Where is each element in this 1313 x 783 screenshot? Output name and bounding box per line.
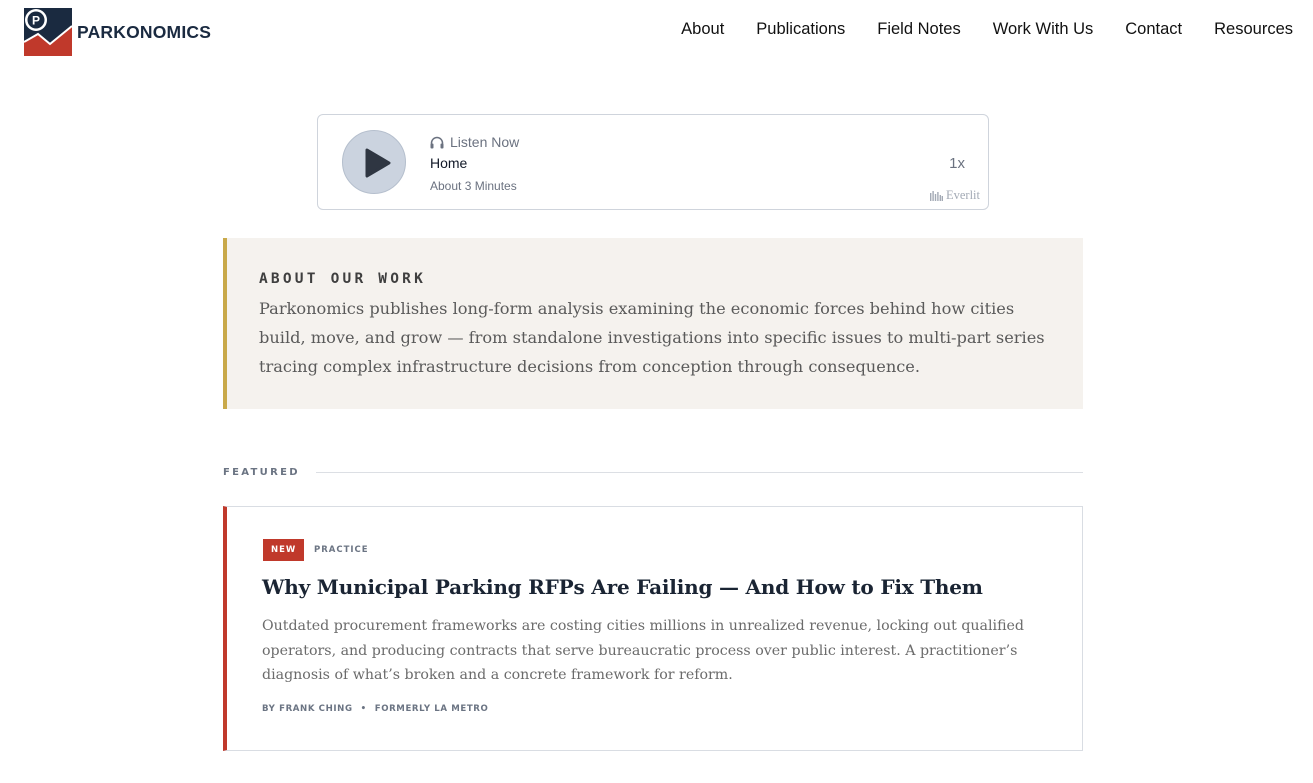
audio-player: Listen Now Home About 3 Minutes 1x Everl…: [317, 114, 989, 210]
svg-text:P: P: [32, 14, 40, 28]
featured-section-header: FEATURED: [223, 464, 1083, 480]
nav-item-resources[interactable]: Resources: [1214, 20, 1293, 39]
article-description: Outdated procurement frameworks are cost…: [262, 618, 1025, 683]
featured-article-card[interactable]: NEW PRACTICE Why Municipal Parking RFPs …: [223, 506, 1083, 751]
main-nav: About Publications Field Notes Work With…: [681, 20, 1293, 39]
listen-now-label: Listen Now: [430, 134, 519, 150]
featured-divider: [315, 471, 1083, 473]
new-badge: NEW: [263, 539, 305, 561]
play-icon: [365, 148, 391, 178]
article-title[interactable]: Why Municipal Parking RFPs Are Failing —…: [262, 575, 1062, 599]
article-author: BY FRANK CHING: [262, 704, 353, 714]
site-header: P PARKONOMICS About Publications Field N…: [0, 0, 1313, 64]
provider-brand[interactable]: Everlit: [929, 188, 980, 203]
author-affiliation: FORMERLY LA METRO: [374, 704, 489, 714]
article-category[interactable]: PRACTICE: [314, 545, 369, 555]
listen-now-text: Listen Now: [450, 134, 520, 150]
provider-name: Everlit: [945, 188, 980, 202]
about-heading: ABOUT OUR WORK: [259, 271, 427, 287]
about-our-work-panel: ABOUT OUR WORK Parkonomics publishes lon…: [223, 238, 1083, 409]
playback-speed-button[interactable]: 1x: [949, 155, 965, 172]
nav-item-contact[interactable]: Contact: [1125, 20, 1182, 39]
nav-item-publications[interactable]: Publications: [756, 20, 845, 39]
article-byline: BY FRANK CHING • FORMERLY LA METRO: [262, 704, 488, 714]
featured-label: FEATURED: [223, 466, 300, 478]
play-button[interactable]: [342, 130, 406, 194]
nav-item-work-with-us[interactable]: Work With Us: [993, 20, 1094, 39]
player-duration: About 3 Minutes: [430, 179, 517, 193]
about-body: Parkonomics publishes long-form analysis…: [259, 299, 1045, 376]
nav-item-field-notes[interactable]: Field Notes: [877, 20, 960, 39]
byline-separator: •: [360, 704, 367, 714]
headphones-icon: [430, 136, 444, 148]
brand-logo[interactable]: P PARKONOMICS: [23, 8, 212, 56]
brand-name: PARKONOMICS: [77, 21, 212, 42]
nav-item-about[interactable]: About: [681, 20, 724, 39]
player-title: Home: [430, 155, 468, 171]
parkonomics-logo-icon: P: [23, 8, 73, 56]
bars-icon: [929, 190, 943, 201]
